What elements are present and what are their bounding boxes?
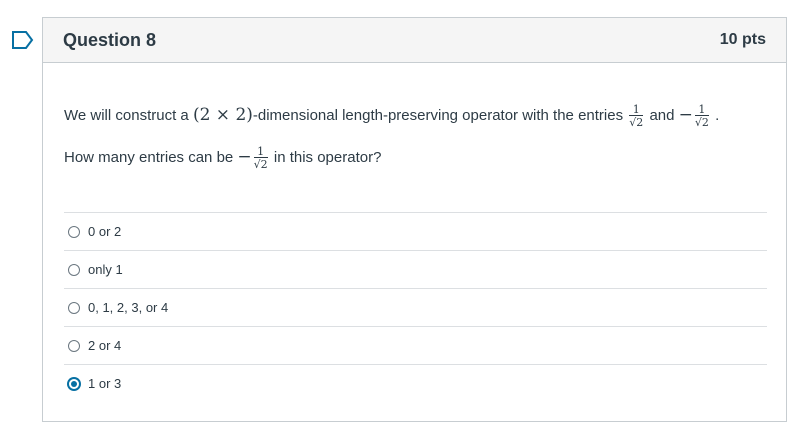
- answer-list: 0 or 2 only 1 0, 1, 2, 3, or 4 2 or 4 1 …: [64, 212, 767, 402]
- question-text-part2: -dimensional length-preserving operator …: [252, 106, 628, 124]
- answer-label: only 1: [88, 262, 123, 277]
- fraction-negative: 1 √2: [694, 103, 709, 129]
- and-text: and: [645, 106, 679, 124]
- answer-label: 0, 1, 2, 3, or 4: [88, 300, 169, 315]
- minus-sign: −: [237, 146, 252, 167]
- radio-button[interactable]: [68, 339, 80, 352]
- question-points: 10 pts: [719, 31, 766, 48]
- math-dimension: (2 × 2): [192, 104, 253, 125]
- radio-button-selected[interactable]: [68, 377, 80, 390]
- radio-button[interactable]: [68, 263, 80, 276]
- question-text-part1: We will construct a: [64, 106, 193, 124]
- answer-label: 1 or 3: [88, 376, 122, 391]
- answer-option[interactable]: 1 or 3: [64, 364, 767, 402]
- answer-label: 2 or 4: [88, 338, 122, 353]
- question-subtext-part1: How many entries can be: [64, 148, 238, 166]
- question-text: We will construct a (2 × 2)-dimensional …: [64, 104, 719, 128]
- bookmark-icon[interactable]: [12, 31, 34, 49]
- answer-option[interactable]: 0, 1, 2, 3, or 4: [64, 288, 767, 326]
- period: .: [710, 106, 720, 124]
- fraction-negative: 1 √2: [253, 145, 268, 171]
- question-title: Question 8: [63, 29, 157, 50]
- question-subtext-part2: in this operator?: [269, 148, 382, 166]
- fraction-positive: 1 √2: [629, 103, 644, 129]
- question-header: Question 8 10 pts: [43, 18, 786, 63]
- minus-sign: −: [678, 104, 693, 125]
- answer-option[interactable]: only 1: [64, 250, 767, 288]
- answer-option[interactable]: 2 or 4: [64, 326, 767, 364]
- question-subtext: How many entries can be −1 √2 in this ope…: [64, 146, 381, 170]
- question-card: Question 8 10 pts We will construct a (2…: [42, 17, 787, 422]
- answer-label: 0 or 2: [88, 224, 122, 239]
- radio-button[interactable]: [68, 301, 80, 314]
- answer-option[interactable]: 0 or 2: [64, 212, 767, 250]
- radio-button[interactable]: [68, 225, 80, 238]
